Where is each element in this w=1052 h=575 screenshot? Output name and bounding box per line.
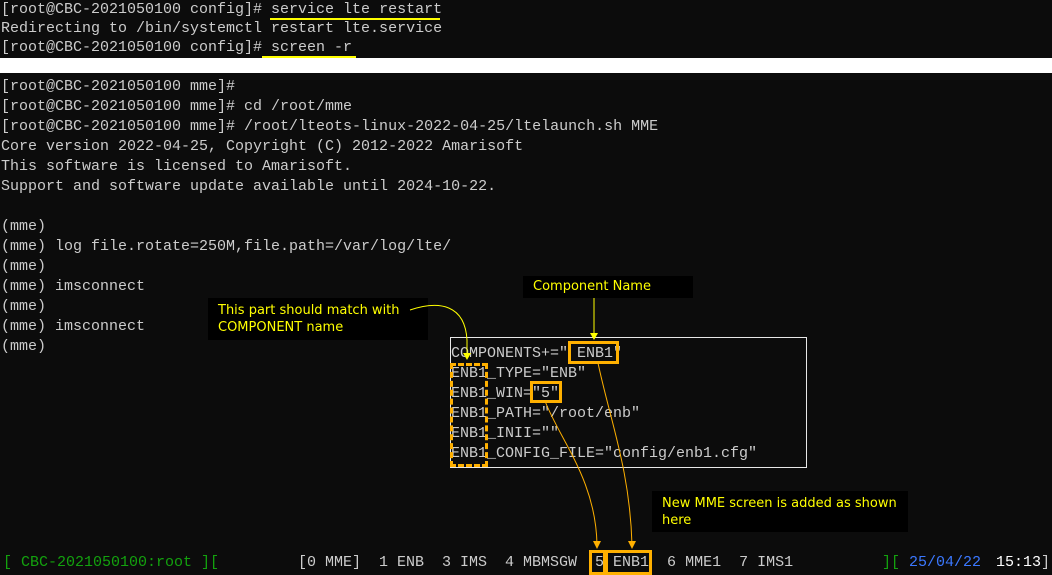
arrowhead <box>628 541 636 549</box>
arrow-enb1-to-status <box>597 362 633 546</box>
arrow-win-to-status <box>544 400 598 546</box>
arrow-match-note <box>409 304 468 356</box>
arrowhead <box>593 541 601 549</box>
arrowhead <box>590 333 598 340</box>
arrowhead <box>463 353 471 360</box>
annotation-arrows <box>409 298 636 549</box>
